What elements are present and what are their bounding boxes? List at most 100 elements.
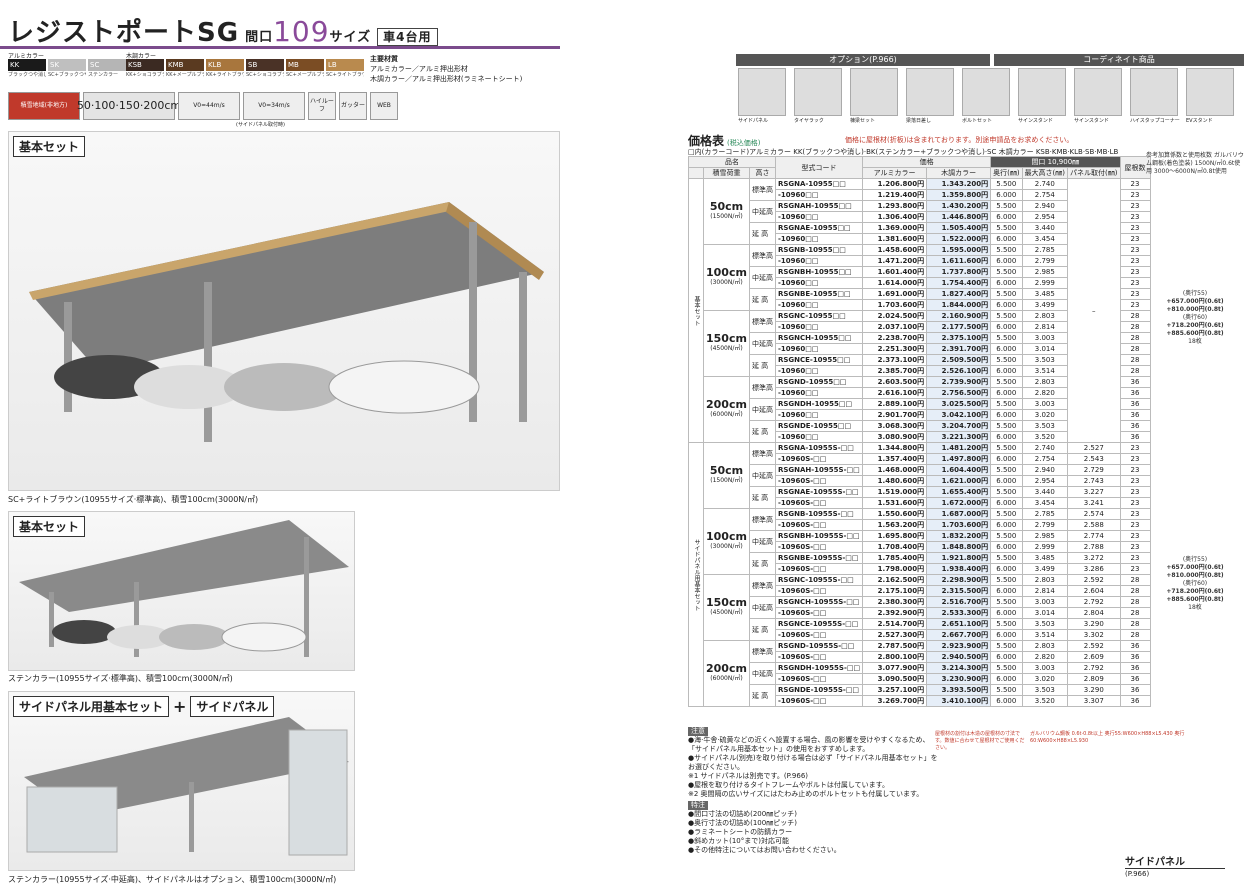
height-cell: 延 高 <box>748 618 776 641</box>
alum-price-cell: 1.785.400円 <box>862 552 928 564</box>
roof-cell: 23 <box>1119 486 1151 498</box>
maxh-cell: 3.520 <box>1021 431 1069 443</box>
caption-2: ステンカラー(10955サイズ·標準高)、積雪100cm(3000N/㎡) <box>8 674 233 683</box>
th-name: 品名 <box>688 156 776 168</box>
height-cell: 延 高 <box>748 354 776 377</box>
depth-cell: 6.000 <box>990 365 1023 377</box>
code-cell: -10960□□ <box>774 343 864 355</box>
table-row: 中延高 RSGNCH-10955S-□□ 2.380.300円 2.516.700円 5… <box>689 596 1151 619</box>
swatch-chip: SK <box>48 59 86 71</box>
panel-cell: 2.592 <box>1067 574 1121 586</box>
panel-cell: 3.272 <box>1067 552 1121 564</box>
code-cell: -10960S-□□ <box>774 453 864 465</box>
swatch-caption: SC+ショコラブラウン <box>246 72 284 78</box>
height-cell: 標準高 <box>748 574 776 597</box>
swatch-caption: SC+ブラックつや消し <box>48 72 86 78</box>
wood-price-cell: 3.204.700円 <box>926 420 992 432</box>
spec-icons: 積雪地域(非地方) 50·100·150·200cm V0=44m/s V0=3… <box>8 92 398 120</box>
wood-price-cell: 1.497.800円 <box>926 453 992 465</box>
code-cell: RSGNDH-10955S-□□ <box>774 662 864 674</box>
side-cap: (サイドパネル取付時) <box>236 122 285 128</box>
snow-cell: 50cm (1500N/㎡) <box>703 442 750 509</box>
plus-sign: + <box>173 697 187 716</box>
color-swatch-kk: KK ブラックつや消し <box>8 59 46 78</box>
alum-price-cell: 2.616.100円 <box>862 387 928 399</box>
maxh-cell: 2.820 <box>1021 387 1069 399</box>
snow-cell: 100cm (3000N/㎡) <box>703 508 750 575</box>
special-5: ●その他特注についてはお問い合わせください。 <box>688 846 841 854</box>
option-caption: サイドパネル <box>738 118 769 124</box>
code-cell: RSGND-10955S-□□ <box>774 640 864 652</box>
side-panel-footer[interactable]: サイドパネル <box>1125 853 1225 869</box>
table-row: 基本セット 50cm (1500N/㎡) 標準高 RSGNA-10955□□ 1.206.… <box>688 178 1151 443</box>
depth-cell: 6.000 <box>990 255 1023 267</box>
add-a2: +657.000円(0.6t) <box>1166 298 1224 305</box>
swatch-caption: ステンカラー <box>88 72 119 78</box>
code-cell: RSGNBE-10955S-□□ <box>774 552 864 564</box>
photo-side-panel-set: サイドパネル用基本セット + サイドパネル <box>8 691 355 871</box>
snow-load-icon: 50·100·150·200cm <box>77 92 181 120</box>
roof-cell: 23 <box>1119 475 1151 487</box>
add2-b2: +718.200円(0.6t) <box>1166 588 1224 595</box>
roof-cell: 28 <box>1119 354 1151 366</box>
alum-price-cell: 3.068.300円 <box>862 420 928 432</box>
depth-cell: 6.000 <box>990 299 1023 311</box>
height-cell: 延 高 <box>748 222 776 245</box>
snow-cell: 150cm (4500N/㎡) <box>703 574 750 641</box>
caption-1: SC+ライトブラウン(10955サイズ·標準高)、積雪100cm(3000N/㎡… <box>8 495 259 504</box>
maxh-cell: 2.999 <box>1021 541 1069 553</box>
height-cell: 延 高 <box>748 288 776 311</box>
title-gk: 間口 <box>245 30 274 45</box>
side-panel-footer-page: (P.966) <box>1125 870 1150 878</box>
maxh-cell: 3.503 <box>1021 420 1069 432</box>
depth-cell: 5.500 <box>990 222 1023 234</box>
alum-price-cell: 1.219.400円 <box>862 189 928 201</box>
panel-cell: 3.286 <box>1067 563 1121 575</box>
alum-price-cell: 1.691.000円 <box>862 288 928 300</box>
wood-price-cell: 1.921.800円 <box>926 552 992 564</box>
maxh-cell: 2.940 <box>1021 200 1069 212</box>
alum-price-cell: 1.695.800円 <box>862 530 928 542</box>
code-cell: RSGNB-10955S-□□ <box>774 508 864 520</box>
add-price-block-2: (奥行55) +657.000円(0.6t) +810.000円(0.8t) (… <box>1150 556 1240 612</box>
panel-cell: 2.792 <box>1067 662 1121 674</box>
code-cell: -10960□□ <box>774 321 864 333</box>
maxh-cell: 3.514 <box>1021 365 1069 377</box>
note-5: ※2 奥間隔の広いサイズにはたわみ止めのボルトセットも付属しています。 <box>688 790 924 798</box>
roof-cell: 36 <box>1119 651 1151 663</box>
panel-cell: 2.729 <box>1067 464 1121 476</box>
roof-cell: 23 <box>1119 233 1151 245</box>
wood-price-cell: 3.410.100円 <box>926 695 992 707</box>
wood-price-cell: 3.214.300円 <box>926 662 992 674</box>
maxh-cell: 2.799 <box>1021 519 1069 531</box>
code-cell: RSGNBH-10955□□ <box>774 266 864 278</box>
wood-price-cell: 3.221.300円 <box>926 431 992 443</box>
swatch-chip: KMB <box>166 59 204 71</box>
option-image <box>794 68 842 116</box>
depth-cell: 5.500 <box>990 464 1023 476</box>
category-cell: サイドパネル用基本セット <box>688 442 704 707</box>
roof-cell: 36 <box>1119 420 1151 432</box>
gutter-icon: ガッター <box>339 92 367 120</box>
depth-cell: 6.000 <box>990 585 1023 597</box>
alum-price-cell: 1.563.200円 <box>862 519 928 531</box>
code-cell: RSGNC-10955S-□□ <box>774 574 864 586</box>
panel-cell: 2.804 <box>1067 607 1121 619</box>
code-cell: -10960□□ <box>774 233 864 245</box>
wood-price-cell: 1.737.800円 <box>926 266 992 278</box>
add2-a3: +810.000円(0.8t) <box>1166 572 1224 579</box>
wood-price-cell: 2.756.500円 <box>926 387 992 399</box>
color-swatch-kmb: KMBKK+メープルブラウン <box>166 59 204 78</box>
depth-cell: 6.000 <box>990 629 1023 641</box>
height-cell: 中延高 <box>748 266 776 289</box>
roof-cell: 23 <box>1119 255 1151 267</box>
code-cell: -10960□□ <box>774 365 864 377</box>
panel-cell: 2.788 <box>1067 541 1121 553</box>
roof-cell: 36 <box>1119 431 1151 443</box>
wood-price-cell: 2.526.100円 <box>926 365 992 377</box>
alum-price-cell: 2.385.700円 <box>862 365 928 377</box>
roof-cell: 36 <box>1119 695 1151 707</box>
option-image <box>906 68 954 116</box>
depth-cell: 6.000 <box>990 431 1023 443</box>
code-cell: RSGNCE-10955S-□□ <box>774 618 864 630</box>
